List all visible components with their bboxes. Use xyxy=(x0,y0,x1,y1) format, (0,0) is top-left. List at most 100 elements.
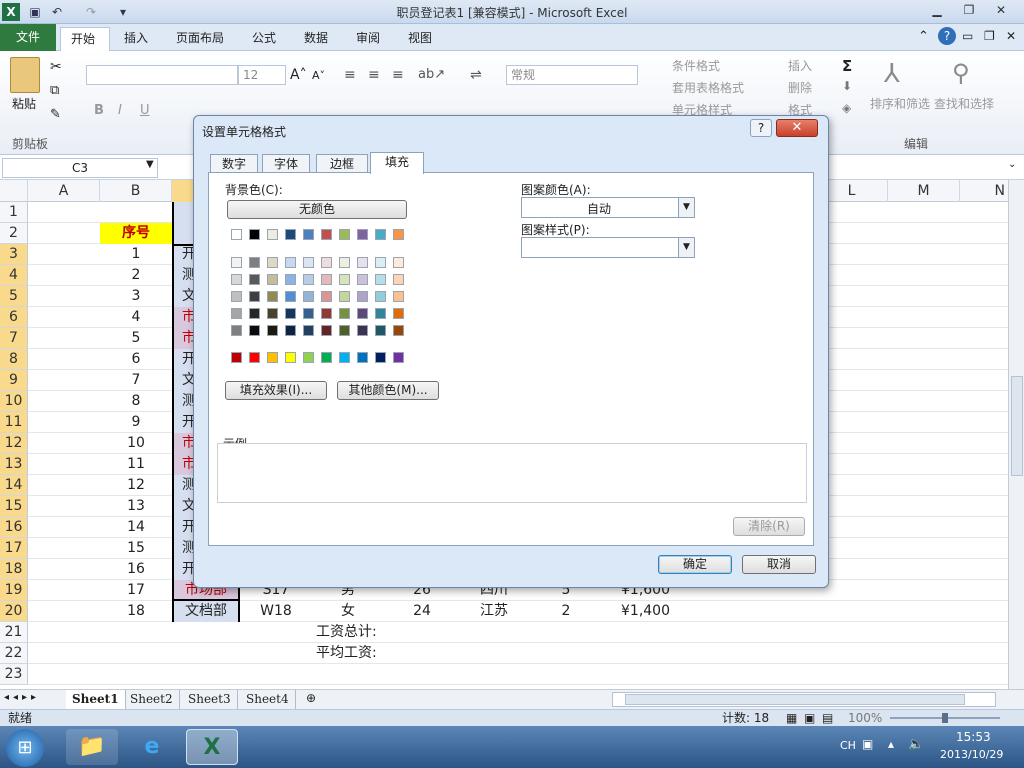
color-swatch[interactable] xyxy=(285,291,296,302)
fill-icon[interactable]: ⬇ xyxy=(842,79,852,93)
tray-up-icon[interactable]: ▴ xyxy=(888,737,894,751)
autosum-icon[interactable]: Σ xyxy=(842,57,852,75)
cell-b18[interactable]: 16 xyxy=(100,559,172,580)
cell-c20[interactable]: 文档部 xyxy=(172,601,240,622)
row-header[interactable]: 10 xyxy=(0,391,28,412)
align-top-icon[interactable]: ≡ xyxy=(344,67,356,83)
number-format-combo[interactable]: 常规 xyxy=(506,65,638,85)
color-swatch[interactable] xyxy=(375,257,386,268)
color-swatch[interactable] xyxy=(339,352,350,363)
color-swatch[interactable] xyxy=(285,229,296,240)
bold-button[interactable]: B xyxy=(94,103,104,118)
conditional-format-button[interactable]: 条件格式 xyxy=(654,57,720,74)
tab-file[interactable]: 文件 xyxy=(0,24,56,51)
find-select-button[interactable]: 查找和选择 xyxy=(934,95,994,112)
color-swatch[interactable] xyxy=(393,308,404,319)
vertical-scrollbar[interactable] xyxy=(1008,180,1024,689)
color-swatch[interactable] xyxy=(285,274,296,285)
tab-data[interactable]: 数据 xyxy=(294,27,338,51)
normal-view-icon[interactable]: ▦ xyxy=(786,710,797,726)
doc-close-icon[interactable]: ✕ xyxy=(1006,29,1016,43)
format-painter-icon[interactable]: ✎ xyxy=(50,107,61,122)
cell-b10[interactable]: 8 xyxy=(100,391,172,412)
row-header[interactable]: 16 xyxy=(0,517,28,538)
color-swatch[interactable] xyxy=(303,325,314,336)
color-swatch[interactable] xyxy=(231,274,242,285)
color-swatch[interactable] xyxy=(393,352,404,363)
row-header[interactable]: 23 xyxy=(0,664,28,685)
insert-sheet-icon[interactable]: ⊕ xyxy=(306,691,316,705)
delete-cells-button[interactable]: 删除 xyxy=(770,79,812,96)
cell-b20[interactable]: 18 xyxy=(100,601,172,622)
color-swatch[interactable] xyxy=(339,325,350,336)
row-header[interactable]: 20 xyxy=(0,601,28,622)
row-header[interactable]: 21 xyxy=(0,622,28,643)
color-swatch[interactable] xyxy=(357,308,368,319)
tab-number[interactable]: 数字 xyxy=(210,154,258,173)
font-size-combo[interactable]: 12 xyxy=(238,65,286,85)
more-colors-button[interactable]: 其他颜色(M)... xyxy=(337,381,439,400)
align-bottom-icon[interactable]: ≡ xyxy=(392,67,404,83)
cell-g20[interactable]: 江苏 xyxy=(458,601,530,622)
doc-restore-icon[interactable]: ❐ xyxy=(984,29,995,43)
paste-button[interactable]: 粘贴 xyxy=(12,95,36,112)
row-header[interactable]: 19 xyxy=(0,580,28,601)
tab-home[interactable]: 开始 xyxy=(60,27,110,51)
doc-minimize-icon[interactable]: ▭ xyxy=(962,29,973,43)
cell-i20[interactable]: ¥1,400 xyxy=(600,601,674,622)
tab-font[interactable]: 字体 xyxy=(262,154,310,173)
close-window-button[interactable]: ✕ xyxy=(986,0,1016,20)
italic-button[interactable]: I xyxy=(118,103,122,118)
font-name-combo[interactable] xyxy=(86,65,238,85)
zoom-slider-thumb[interactable] xyxy=(942,713,948,723)
cell-b13[interactable]: 11 xyxy=(100,454,172,475)
clear-button[interactable]: 清除(R) xyxy=(733,517,805,536)
cell-b1[interactable] xyxy=(100,202,172,223)
cell-b6[interactable]: 4 xyxy=(100,307,172,328)
color-swatch[interactable] xyxy=(321,352,332,363)
color-swatch[interactable] xyxy=(357,325,368,336)
color-swatch[interactable] xyxy=(375,308,386,319)
row-header[interactable]: 4 xyxy=(0,265,28,286)
pattern-style-select[interactable]: ▼ xyxy=(521,237,695,258)
color-swatch[interactable] xyxy=(357,257,368,268)
help-icon[interactable]: ? xyxy=(938,27,956,45)
row-header[interactable]: 2 xyxy=(0,223,28,244)
cell-b17[interactable]: 15 xyxy=(100,538,172,559)
color-swatch[interactable] xyxy=(357,274,368,285)
color-swatch[interactable] xyxy=(303,291,314,302)
color-swatch[interactable] xyxy=(285,257,296,268)
dialog-help-button[interactable]: ? xyxy=(750,119,772,137)
copy-icon[interactable]: ⧉ xyxy=(50,83,59,98)
color-swatch[interactable] xyxy=(285,308,296,319)
name-box-dropdown-icon[interactable]: ▼ xyxy=(146,159,154,170)
underline-button[interactable]: U xyxy=(140,103,150,118)
color-swatch[interactable] xyxy=(285,352,296,363)
color-swatch[interactable] xyxy=(393,325,404,336)
color-swatch[interactable] xyxy=(249,352,260,363)
sheet-nav-icon[interactable]: ◂◂▸▸ xyxy=(4,692,40,703)
internet-explorer-icon[interactable]: e xyxy=(126,729,178,765)
cut-icon[interactable]: ✂ xyxy=(50,59,62,75)
color-swatch[interactable] xyxy=(267,229,278,240)
color-swatch[interactable] xyxy=(339,257,350,268)
row-header[interactable]: 7 xyxy=(0,328,28,349)
minimize-button[interactable]: ▁ xyxy=(922,0,952,20)
tab-formulas[interactable]: 公式 xyxy=(242,27,286,51)
color-swatch[interactable] xyxy=(321,229,332,240)
ribbon-minimize-icon[interactable]: ⌃ xyxy=(918,29,929,44)
pattern-style-dropdown-icon[interactable]: ▼ xyxy=(678,238,694,257)
horizontal-scrollbar[interactable] xyxy=(612,692,996,707)
find-select-icon[interactable]: ⚲ xyxy=(952,59,970,87)
explorer-icon[interactable]: 📁 xyxy=(66,729,118,765)
cell-e21[interactable]: 工资总计: xyxy=(312,622,402,643)
color-swatch[interactable] xyxy=(339,291,350,302)
color-swatch[interactable] xyxy=(231,291,242,302)
color-swatch[interactable] xyxy=(267,308,278,319)
color-swatch[interactable] xyxy=(231,308,242,319)
vertical-scroll-thumb[interactable] xyxy=(1011,376,1023,476)
color-swatch[interactable] xyxy=(357,229,368,240)
cell-f20[interactable]: 24 xyxy=(386,601,458,622)
page-break-view-icon[interactable]: ▤ xyxy=(822,710,833,726)
shrink-font-icon[interactable]: A˅ xyxy=(312,69,325,82)
